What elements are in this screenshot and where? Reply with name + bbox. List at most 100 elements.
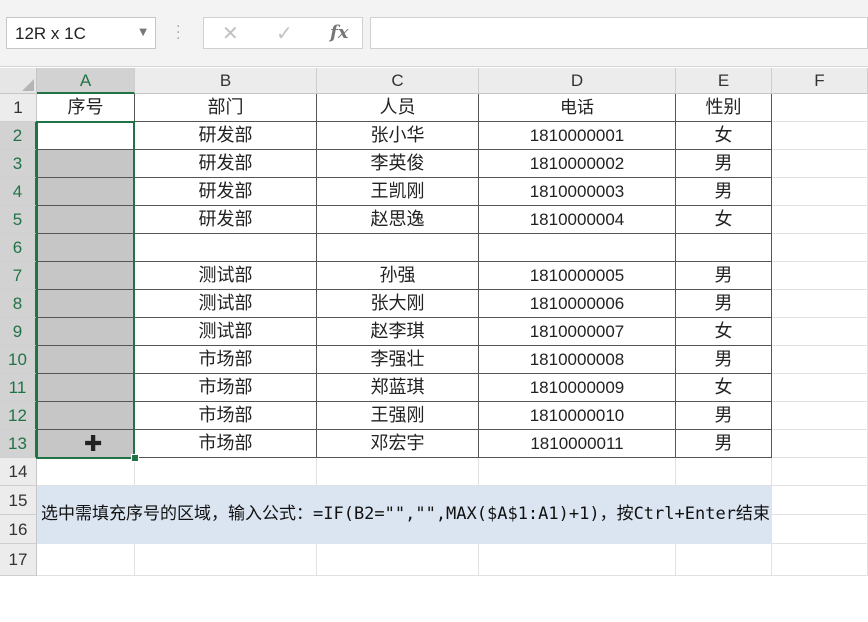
header-cell[interactable]: 性别: [676, 94, 772, 122]
table-cell[interactable]: 1810000010: [479, 402, 676, 430]
column-header-d[interactable]: D: [479, 68, 676, 94]
row-header-15[interactable]: 15: [0, 486, 37, 515]
table-cell[interactable]: 赵思逸: [317, 206, 479, 234]
column-header-c[interactable]: C: [317, 68, 479, 94]
table-cell[interactable]: [772, 318, 868, 346]
table-cell[interactable]: 市场部: [135, 402, 317, 430]
header-cell[interactable]: [772, 94, 868, 122]
table-cell[interactable]: 张小华: [317, 122, 479, 150]
table-cell[interactable]: [772, 430, 868, 458]
table-cell[interactable]: [772, 122, 868, 150]
column-header-b[interactable]: B: [135, 68, 317, 94]
table-cell[interactable]: [772, 234, 868, 262]
table-cell[interactable]: [37, 234, 135, 262]
name-box[interactable]: 12R x 1C ▼: [6, 17, 156, 49]
table-cell[interactable]: [135, 544, 317, 576]
enter-icon[interactable]: ✓: [276, 21, 293, 45]
table-cell[interactable]: 孙强: [317, 262, 479, 290]
column-header-e[interactable]: E: [676, 68, 772, 94]
table-cell[interactable]: [772, 544, 868, 576]
table-cell[interactable]: [37, 318, 135, 346]
table-cell[interactable]: 男: [676, 150, 772, 178]
table-cell[interactable]: 邓宏宇: [317, 430, 479, 458]
table-cell[interactable]: [37, 346, 135, 374]
table-cell[interactable]: 李英俊: [317, 150, 479, 178]
table-cell[interactable]: 研发部: [135, 122, 317, 150]
table-cell[interactable]: 1810000007: [479, 318, 676, 346]
column-header-a[interactable]: A: [37, 68, 135, 94]
row-header-5[interactable]: 5: [0, 206, 37, 234]
column-header-f[interactable]: F: [772, 68, 868, 94]
table-cell[interactable]: [479, 458, 676, 486]
table-cell[interactable]: 男: [676, 402, 772, 430]
row-header-13[interactable]: 13: [0, 430, 37, 458]
header-cell[interactable]: 部门: [135, 94, 317, 122]
table-cell[interactable]: [37, 544, 135, 576]
table-cell[interactable]: 女: [676, 206, 772, 234]
table-cell[interactable]: [37, 150, 135, 178]
table-cell[interactable]: 李强壮: [317, 346, 479, 374]
table-cell[interactable]: 女: [676, 374, 772, 402]
row-header-4[interactable]: 4: [0, 178, 37, 206]
table-cell[interactable]: [772, 262, 868, 290]
table-cell[interactable]: [772, 515, 868, 544]
row-header-3[interactable]: 3: [0, 150, 37, 178]
table-cell[interactable]: [479, 234, 676, 262]
table-cell[interactable]: 测试部: [135, 318, 317, 346]
header-cell[interactable]: 序号: [37, 94, 135, 122]
table-cell[interactable]: [37, 458, 135, 486]
table-cell[interactable]: 市场部: [135, 430, 317, 458]
table-cell[interactable]: 男: [676, 178, 772, 206]
row-header-6[interactable]: 6: [0, 234, 37, 262]
fill-handle[interactable]: [131, 454, 139, 462]
table-cell[interactable]: 研发部: [135, 206, 317, 234]
table-cell[interactable]: [479, 544, 676, 576]
table-cell[interactable]: 研发部: [135, 178, 317, 206]
row-header-11[interactable]: 11: [0, 374, 37, 402]
insert-function-icon[interactable]: fx: [330, 22, 348, 43]
row-header-7[interactable]: 7: [0, 262, 37, 290]
table-cell[interactable]: 1810000011: [479, 430, 676, 458]
row-header-17[interactable]: 17: [0, 544, 37, 576]
table-cell[interactable]: 1810000004: [479, 206, 676, 234]
table-cell[interactable]: 市场部: [135, 346, 317, 374]
table-cell[interactable]: 市场部: [135, 374, 317, 402]
chevron-down-icon[interactable]: ▼: [139, 27, 147, 38]
select-all-button[interactable]: [0, 68, 37, 94]
table-cell[interactable]: 郑蓝琪: [317, 374, 479, 402]
table-cell[interactable]: [37, 122, 135, 150]
cancel-icon[interactable]: ✕: [222, 21, 239, 45]
table-cell[interactable]: 王凯刚: [317, 178, 479, 206]
table-cell[interactable]: [676, 234, 772, 262]
table-cell[interactable]: [676, 544, 772, 576]
table-cell[interactable]: 张大刚: [317, 290, 479, 318]
table-cell[interactable]: 女: [676, 318, 772, 346]
table-cell[interactable]: 男: [676, 290, 772, 318]
row-header-10[interactable]: 10: [0, 346, 37, 374]
row-header-1[interactable]: 1: [0, 94, 37, 122]
table-cell[interactable]: [676, 458, 772, 486]
table-cell[interactable]: 女: [676, 122, 772, 150]
table-cell[interactable]: [772, 290, 868, 318]
header-cell[interactable]: 电话: [479, 94, 676, 122]
row-header-12[interactable]: 12: [0, 402, 37, 430]
table-cell[interactable]: 男: [676, 262, 772, 290]
table-cell[interactable]: 1810000005: [479, 262, 676, 290]
table-cell[interactable]: 研发部: [135, 150, 317, 178]
table-cell[interactable]: 男: [676, 430, 772, 458]
table-cell[interactable]: 1810000001: [479, 122, 676, 150]
table-cell[interactable]: 王强刚: [317, 402, 479, 430]
table-cell[interactable]: [772, 374, 868, 402]
table-cell[interactable]: [37, 262, 135, 290]
table-cell[interactable]: [135, 234, 317, 262]
table-cell[interactable]: [772, 150, 868, 178]
table-cell[interactable]: 测试部: [135, 290, 317, 318]
table-cell[interactable]: [37, 402, 135, 430]
drag-handle-icon[interactable]: · · ·: [176, 20, 180, 46]
table-cell[interactable]: 赵李琪: [317, 318, 479, 346]
row-header-9[interactable]: 9: [0, 318, 37, 346]
table-cell[interactable]: [37, 290, 135, 318]
table-cell[interactable]: 1810000002: [479, 150, 676, 178]
row-header-16[interactable]: 16: [0, 515, 37, 544]
row-header-2[interactable]: 2: [0, 122, 37, 150]
